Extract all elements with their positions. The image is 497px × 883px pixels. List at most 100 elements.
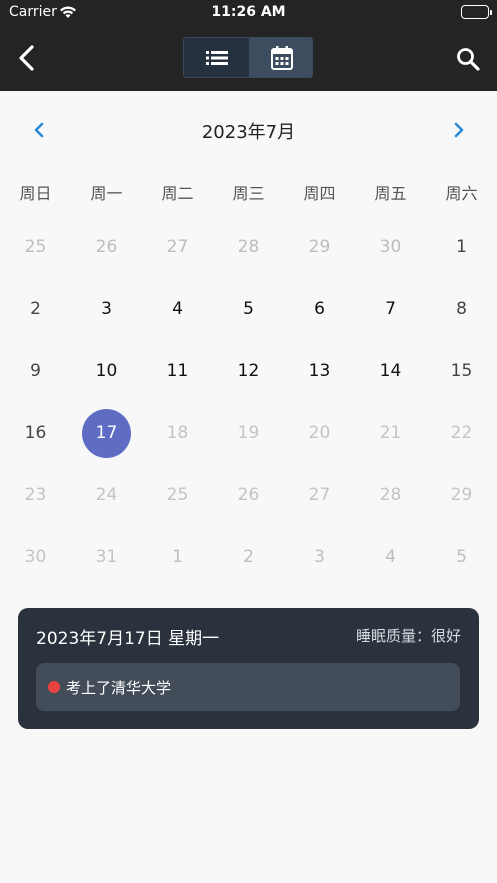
day-number: 28	[379, 485, 402, 505]
weekday-label: 周五	[374, 184, 407, 203]
day-number: 26	[237, 485, 260, 505]
day-cell[interactable]: 12	[213, 340, 284, 402]
day-cell[interactable]: 13	[284, 340, 355, 402]
next-month-button[interactable]	[448, 118, 470, 142]
day-cell[interactable]: 10	[71, 340, 142, 402]
day-number: 18	[166, 423, 189, 443]
day-cell[interactable]: 19	[213, 402, 284, 464]
day-number: 2	[243, 547, 254, 567]
day-number: 27	[308, 485, 331, 505]
top-bar: Carrier 11:26 AM	[0, 0, 497, 91]
day-number: 19	[237, 423, 260, 443]
day-cell[interactable]: 16	[0, 402, 71, 464]
day-cell[interactable]: 21	[355, 402, 426, 464]
day-number: 23	[24, 485, 47, 505]
month-header: 2023年7月	[0, 110, 497, 150]
day-cell[interactable]: 8	[426, 278, 497, 340]
day-number: 21	[379, 423, 402, 443]
day-cell[interactable]: 1	[426, 216, 497, 278]
calendar-grid: 25 26 27 28 29 30 1 2 3 4 5 6 7 8 9 10 11 12 13 14 15 16 17 18 1…	[0, 216, 497, 588]
day-number: 7	[385, 299, 396, 319]
day-cell[interactable]: 29	[284, 216, 355, 278]
view-toggle	[183, 37, 313, 78]
day-cell[interactable]: 4	[355, 526, 426, 588]
day-cell[interactable]: 14	[355, 340, 426, 402]
list-icon	[205, 50, 228, 65]
day-cell[interactable]: 22	[426, 402, 497, 464]
day-cell[interactable]: 9	[0, 340, 71, 402]
day-cell[interactable]: 25	[0, 216, 71, 278]
day-number: 1	[172, 547, 183, 567]
day-number: 5	[243, 299, 254, 319]
day-cell[interactable]: 28	[213, 216, 284, 278]
day-cell[interactable]: 11	[142, 340, 213, 402]
sleep-quality-label: 睡眠质量：很好	[355, 627, 461, 645]
weekday-label: 周六	[445, 184, 478, 203]
weekday-label: 周四	[303, 184, 336, 203]
day-cell[interactable]: 26	[213, 464, 284, 526]
day-cell[interactable]: 6	[284, 278, 355, 340]
day-cell[interactable]: 3	[71, 278, 142, 340]
day-detail-card: 2023年7月17日 星期一 睡眠质量：很好 考上了清华大学	[18, 608, 479, 729]
day-cell[interactable]: 23	[0, 464, 71, 526]
day-number: 4	[172, 299, 183, 319]
day-cell[interactable]: 5	[426, 526, 497, 588]
day-number: 14	[379, 361, 402, 381]
day-cell[interactable]: 15	[426, 340, 497, 402]
day-number: 9	[30, 361, 41, 381]
day-number: 3	[101, 299, 112, 319]
search-button[interactable]	[455, 46, 481, 72]
day-cell[interactable]: 27	[284, 464, 355, 526]
day-number: 11	[166, 361, 189, 381]
chevron-left-icon	[19, 45, 34, 71]
day-number: 29	[308, 237, 331, 257]
day-cell-selected[interactable]: 17	[71, 402, 142, 464]
day-number: 27	[166, 237, 189, 257]
day-cell[interactable]: 25	[142, 464, 213, 526]
weekday-header: 周日 周一 周二 周三 周四 周五 周六	[0, 180, 497, 206]
day-cell[interactable]: 26	[71, 216, 142, 278]
list-view-button[interactable]	[184, 38, 249, 77]
day-cell[interactable]: 2	[213, 526, 284, 588]
weekday-label: 周日	[19, 184, 52, 203]
event-color-dot	[48, 681, 60, 693]
day-cell[interactable]: 4	[142, 278, 213, 340]
day-cell[interactable]: 2	[0, 278, 71, 340]
event-item[interactable]: 考上了清华大学	[36, 663, 460, 711]
selected-date-label: 2023年7月17日 星期一	[36, 629, 220, 649]
day-cell[interactable]: 24	[71, 464, 142, 526]
day-number: 25	[166, 485, 189, 505]
day-number: 31	[95, 547, 118, 567]
day-cell[interactable]: 7	[355, 278, 426, 340]
weekday-label: 周二	[161, 184, 194, 203]
day-cell[interactable]: 30	[0, 526, 71, 588]
day-number: 30	[24, 547, 47, 567]
day-number: 5	[456, 547, 467, 567]
day-number: 22	[450, 423, 473, 443]
day-cell[interactable]: 5	[213, 278, 284, 340]
search-icon	[457, 48, 480, 71]
calendar-view-button[interactable]	[249, 38, 312, 77]
day-number: 2	[30, 299, 41, 319]
day-number: 4	[385, 547, 396, 567]
day-cell[interactable]: 20	[284, 402, 355, 464]
day-number: 28	[237, 237, 260, 257]
day-cell[interactable]: 18	[142, 402, 213, 464]
day-number: 13	[308, 361, 331, 381]
month-title: 2023年7月	[201, 122, 296, 143]
day-cell[interactable]: 28	[355, 464, 426, 526]
day-cell[interactable]: 30	[355, 216, 426, 278]
day-cell[interactable]: 29	[426, 464, 497, 526]
day-cell[interactable]: 3	[284, 526, 355, 588]
day-number: 6	[314, 299, 325, 319]
back-button[interactable]	[12, 42, 42, 74]
day-number: 12	[237, 361, 260, 381]
day-number: 20	[308, 423, 331, 443]
day-cell[interactable]: 1	[142, 526, 213, 588]
day-number: 26	[95, 237, 118, 257]
day-number: 30	[379, 237, 402, 257]
day-cell[interactable]: 27	[142, 216, 213, 278]
day-number: 24	[95, 485, 118, 505]
status-time: 11:26 AM	[211, 4, 286, 20]
day-cell[interactable]: 31	[71, 526, 142, 588]
